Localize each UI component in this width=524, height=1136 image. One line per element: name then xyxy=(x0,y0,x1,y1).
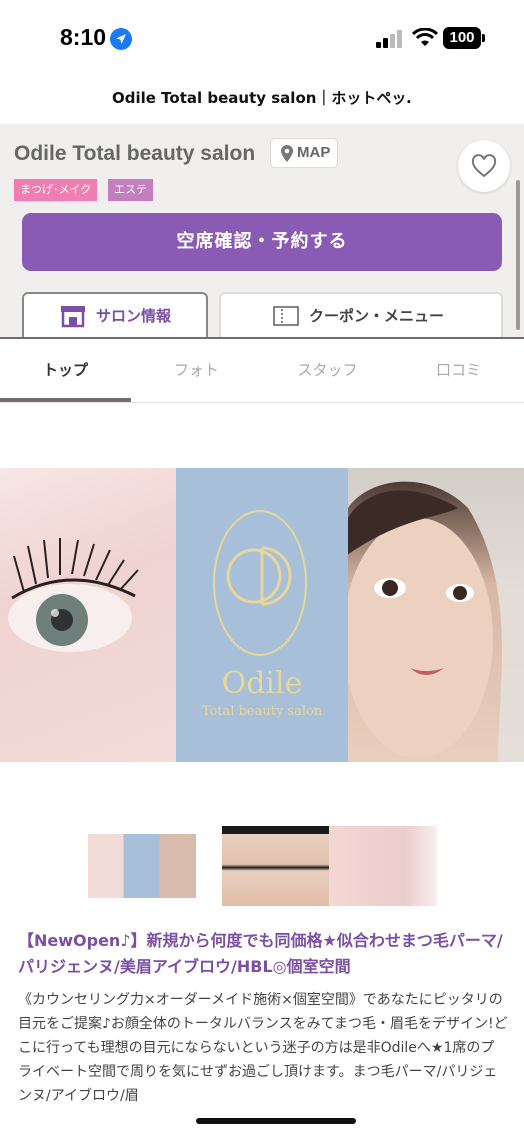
home-indicator[interactable] xyxy=(196,1118,356,1124)
tab-salon-info[interactable]: サロン情報 xyxy=(22,292,208,340)
page-title: Odile Total beauty salon｜ホットペッ… xyxy=(112,89,412,107)
heart-icon xyxy=(471,154,497,178)
hero-eyelash-photo xyxy=(0,468,176,762)
tab-salon-info-label: サロン情報 xyxy=(96,307,172,325)
reserve-button[interactable]: 空席確認・予約する xyxy=(22,213,502,271)
cellular-signal-icon xyxy=(376,30,404,48)
wifi-icon xyxy=(412,28,438,46)
hero-image[interactable]: Odile Total beauty salon xyxy=(0,468,524,762)
status-bar: 8:10 100 xyxy=(0,0,524,78)
hero-brand-panel: Odile Total beauty salon xyxy=(176,468,348,762)
thumbnail-1[interactable] xyxy=(88,834,196,898)
thumbnail-strip xyxy=(0,826,524,906)
salon-header: Odile Total beauty salon MAP まつげ･メイク エステ… xyxy=(0,124,524,340)
salon-description: 《カウンセリング力×オーダーメイド施術×個室空間》であなたにピッタリの目元をご提… xyxy=(18,992,508,1104)
favorite-button[interactable] xyxy=(458,140,510,192)
tag-esthetic: エステ xyxy=(108,179,153,201)
battery-icon: 100 xyxy=(443,27,481,49)
location-arrow-icon xyxy=(110,28,132,50)
sub-tab-staff[interactable]: スタッフ xyxy=(262,339,393,401)
salon-headline: 【NewOpen♪】新規から何度でも同価格★似合わせまつ毛パーマ/パリジェンヌ/… xyxy=(18,931,503,976)
active-tab-indicator xyxy=(0,398,131,402)
sub-tab-reviews[interactable]: 口コミ xyxy=(393,339,524,401)
sub-tab-bar: トップ フォト スタッフ 口コミ xyxy=(0,339,524,403)
battery-tip xyxy=(482,34,485,42)
coupon-icon xyxy=(273,306,299,326)
map-pin-icon xyxy=(281,145,293,162)
thumbnail-3[interactable] xyxy=(329,826,437,906)
map-label: MAP xyxy=(297,144,331,161)
map-button[interactable]: MAP xyxy=(270,138,338,168)
hero-brand-name: Odile xyxy=(221,666,303,701)
tab-coupon-menu[interactable]: クーポン・メニュー xyxy=(219,292,503,338)
odile-logo-icon xyxy=(213,510,307,656)
sub-tab-top[interactable]: トップ xyxy=(0,339,131,401)
thumbnail-2[interactable] xyxy=(222,826,330,906)
browser-title-bar: Odile Total beauty salon｜ホットペッ… xyxy=(0,78,524,124)
tab-coupon-menu-label: クーポン・メニュー xyxy=(309,307,445,325)
shop-icon xyxy=(61,306,85,328)
sub-tab-photo[interactable]: フォト xyxy=(131,339,262,401)
salon-name: Odile Total beauty salon xyxy=(14,142,256,165)
hero-model-photo xyxy=(343,468,524,762)
hero-brand-subtitle: Total beauty salon xyxy=(201,704,323,719)
scrollbar[interactable] xyxy=(516,180,520,330)
tag-eyelash-makeup: まつげ･メイク xyxy=(14,179,98,201)
status-time: 8:10 xyxy=(60,24,107,50)
battery-level: 100 xyxy=(449,29,475,46)
